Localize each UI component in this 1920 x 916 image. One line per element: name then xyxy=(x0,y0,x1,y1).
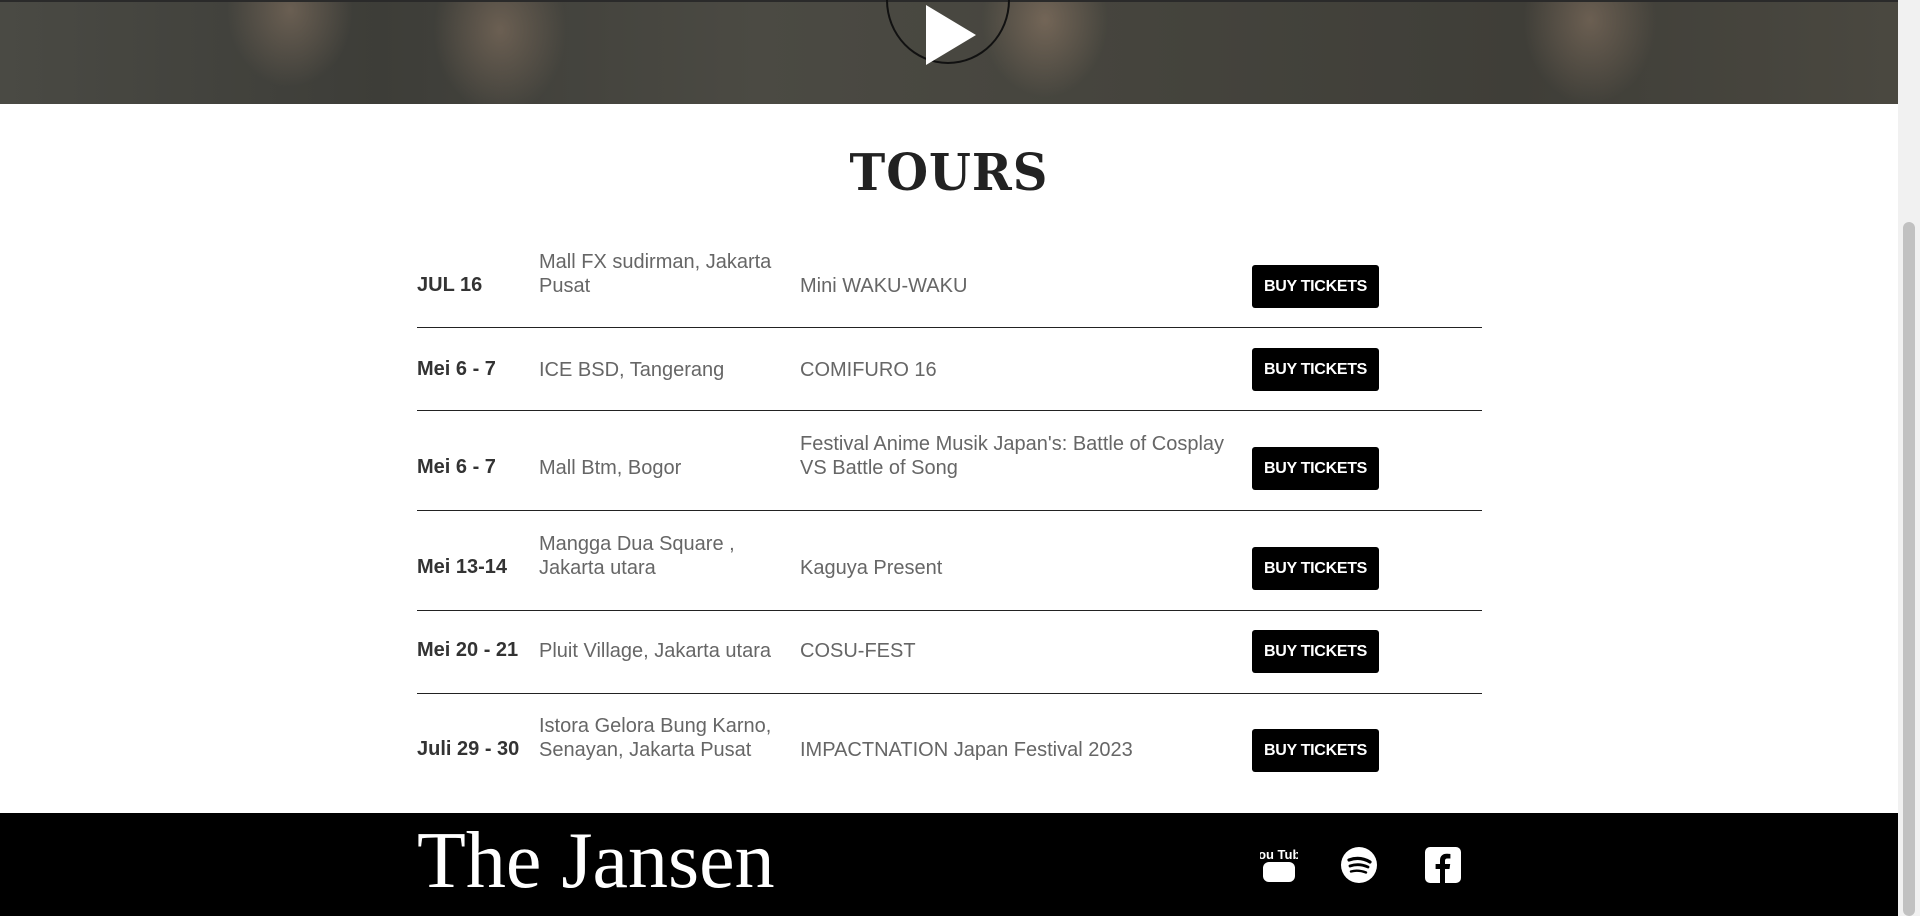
facebook-link[interactable] xyxy=(1424,845,1462,885)
buy-tickets-button[interactable]: BUY TICKETS xyxy=(1252,265,1379,308)
play-icon xyxy=(926,5,976,65)
svg-text:You Tube: You Tube xyxy=(1260,847,1298,862)
tour-event: IMPACTNATION Japan Festival 2023 xyxy=(800,739,1133,761)
tour-row: Juli 29 - 30 Istora Gelora Bung Karno, S… xyxy=(417,694,1482,794)
facebook-icon xyxy=(1425,847,1461,883)
tour-venue: Mall Btm, Bogor xyxy=(539,457,682,479)
buy-tickets-button[interactable]: BUY TICKETS xyxy=(1252,447,1379,490)
tour-venue: Istora Gelora Bung Karno, Senayan, Jakar… xyxy=(539,715,772,761)
tour-date: Mei 6 - 7 xyxy=(417,456,496,478)
tour-date: JUL 16 xyxy=(417,274,483,296)
spotify-icon xyxy=(1341,847,1377,883)
tour-event: Kaguya Present xyxy=(800,557,943,579)
tour-venue: Mall FX sudirman, Jakarta Pusat xyxy=(539,251,772,297)
tour-date: Juli 29 - 30 xyxy=(417,738,520,760)
buy-tickets-button[interactable]: BUY TICKETS xyxy=(1252,729,1379,772)
tour-row: Mei 6 - 7 ICE BSD, Tangerang COMIFURO 16… xyxy=(417,328,1482,411)
buy-tickets-button[interactable]: BUY TICKETS xyxy=(1252,547,1379,590)
tour-row: Mei 13-14 Mangga Dua Square , Jakarta ut… xyxy=(417,511,1482,611)
tour-event: Mini WAKU-WAKU xyxy=(800,275,968,297)
scrollbar-thumb[interactable] xyxy=(1903,222,1915,916)
tour-date: Mei 13-14 xyxy=(417,556,508,578)
youtube-icon: You Tube xyxy=(1260,847,1298,882)
spotify-link[interactable] xyxy=(1340,845,1378,885)
brand-logo-text: The Jansen xyxy=(417,817,775,905)
tour-row: Mei 6 - 7 Mall Btm, Bogor Festival Anime… xyxy=(417,411,1482,511)
play-button[interactable] xyxy=(886,0,1010,65)
tour-row: Mei 20 - 21 Pluit Village, Jakarta utara… xyxy=(417,611,1482,694)
hero-video-banner xyxy=(0,0,1898,104)
footer: The Jansen You Tube xyxy=(0,813,1898,916)
tour-date: Mei 20 - 21 xyxy=(417,639,519,661)
tour-venue: Mangga Dua Square , Jakarta utara xyxy=(539,533,735,579)
tour-venue: ICE BSD, Tangerang xyxy=(539,359,725,381)
youtube-link[interactable]: You Tube xyxy=(1260,845,1298,885)
tour-event: Festival Anime Musik Japan's: Battle of … xyxy=(800,433,1225,479)
tour-row: JUL 16 Mall FX sudirman, Jakarta Pusat M… xyxy=(417,230,1482,328)
tour-date: Mei 6 - 7 xyxy=(417,358,496,380)
buy-tickets-button[interactable]: BUY TICKETS xyxy=(1252,348,1379,391)
buy-tickets-button[interactable]: BUY TICKETS xyxy=(1252,630,1379,673)
tour-list: JUL 16 Mall FX sudirman, Jakarta Pusat M… xyxy=(417,230,1482,794)
tour-venue: Pluit Village, Jakarta utara xyxy=(539,640,771,662)
tours-title: TOURS xyxy=(849,143,1049,203)
tour-event: COSU-FEST xyxy=(800,640,916,662)
tour-event: COMIFURO 16 xyxy=(800,359,937,381)
